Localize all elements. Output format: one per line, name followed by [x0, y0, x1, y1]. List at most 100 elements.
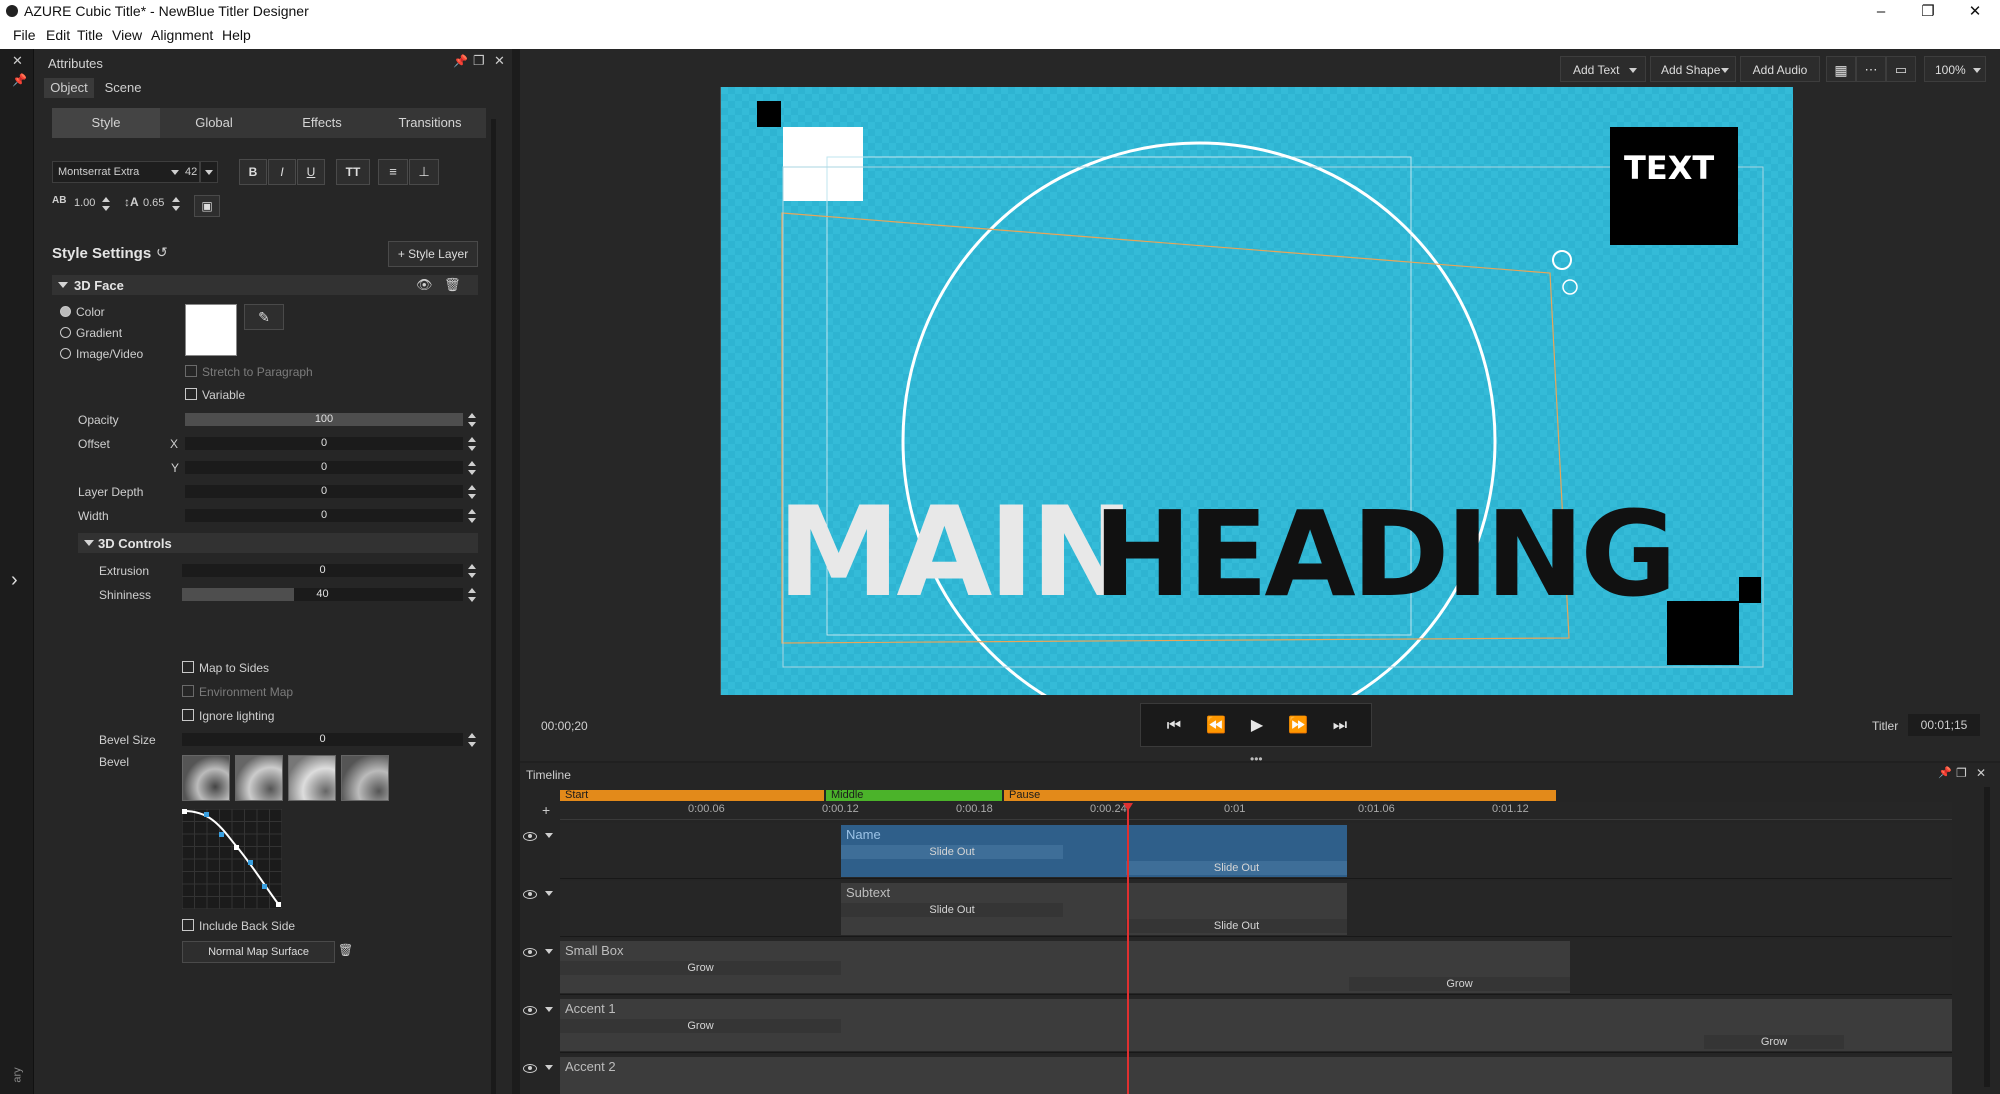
tracking-spinner[interactable]: [102, 197, 110, 211]
go-to-start-icon[interactable]: ⏮: [1153, 704, 1195, 748]
panel-close-icon[interactable]: ✕: [494, 53, 505, 69]
font-family-select[interactable]: Montserrat Extra 42: [52, 161, 200, 183]
delete-normal-map-icon[interactable]: 🗑: [338, 943, 353, 957]
text-box-options-icon[interactable]: ▣: [194, 195, 220, 217]
panel-scrollbar[interactable]: [491, 119, 496, 1094]
layer-depth-spinner[interactable]: [468, 485, 476, 499]
anim-out-subtext[interactable]: Slide Out: [1126, 919, 1347, 933]
maximize-button[interactable]: ❐: [1905, 0, 1951, 23]
close-window-button[interactable]: ✕: [1952, 0, 1998, 23]
strip-pin-icon[interactable]: 📌: [12, 73, 27, 87]
offset-y-slider[interactable]: 0: [185, 461, 463, 474]
tab-scene[interactable]: Scene: [98, 78, 148, 98]
reset-style-icon[interactable]: ↺: [156, 244, 168, 261]
track-expand-icon[interactable]: [545, 1065, 553, 1070]
panel-float-icon[interactable]: ❐: [473, 53, 485, 69]
italic-button[interactable]: I: [268, 159, 296, 185]
anim-in-name[interactable]: Slide Out: [841, 845, 1063, 859]
eyedropper-icon[interactable]: ✎: [244, 304, 284, 330]
menu-file[interactable]: File: [13, 27, 36, 43]
track-expand-icon[interactable]: [545, 1007, 553, 1012]
current-time-readout[interactable]: 00:00;20: [541, 719, 588, 733]
bevel-size-slider[interactable]: 0: [182, 733, 463, 746]
width-spinner[interactable]: [468, 509, 476, 523]
segment-pause[interactable]: Pause: [1004, 790, 1556, 801]
title-canvas[interactable]: MAIN HEADING TEXT: [721, 87, 1793, 695]
track-expand-icon[interactable]: [545, 949, 553, 954]
accent-box-text[interactable]: TEXT: [1624, 149, 1714, 187]
menu-edit[interactable]: Edit: [46, 27, 70, 43]
panel-splitter[interactable]: [512, 49, 520, 1094]
track-visibility-eye-icon[interactable]: [523, 890, 537, 899]
track-subtext[interactable]: Subtext Slide Out Slide Out: [560, 881, 1952, 937]
section-3d-face[interactable]: 3D Face 👁 🗑: [52, 275, 478, 295]
anim-out-accent-1[interactable]: Grow: [1704, 1035, 1844, 1049]
radio-gradient[interactable]: [60, 327, 71, 338]
ignore-lighting-checkbox[interactable]: [182, 709, 194, 721]
main-word-text[interactable]: MAIN: [777, 491, 1134, 615]
expand-chevron-icon[interactable]: ›: [11, 569, 18, 592]
fit-view-icon[interactable]: ▭: [1886, 56, 1916, 82]
font-size-dropdown[interactable]: [200, 161, 218, 183]
track-name[interactable]: Name Slide Out Slide Out: [560, 823, 1952, 879]
radio-color[interactable]: [60, 306, 71, 317]
visibility-eye-icon[interactable]: 👁: [416, 277, 433, 293]
menu-title[interactable]: Title: [77, 27, 103, 43]
subtab-style[interactable]: Style: [52, 108, 160, 138]
anim-in-accent-1[interactable]: Grow: [560, 1019, 841, 1033]
strip-close-icon[interactable]: ✕: [12, 53, 23, 69]
shininess-slider[interactable]: 40: [182, 588, 463, 601]
timeline-close-icon[interactable]: ✕: [1976, 766, 1986, 780]
segment-middle[interactable]: Middle: [826, 790, 1002, 801]
offset-x-slider[interactable]: 0: [185, 437, 463, 450]
track-accent-2[interactable]: Accent 2: [560, 1055, 1952, 1094]
include-back-side-checkbox[interactable]: [182, 919, 194, 931]
anim-out-small-box[interactable]: Grow: [1349, 977, 1570, 991]
subtab-effects[interactable]: Effects: [268, 108, 376, 138]
bevel-preset-4[interactable]: [341, 755, 389, 801]
delete-layer-icon[interactable]: 🗑: [444, 277, 461, 293]
segment-start[interactable]: Start: [560, 790, 824, 801]
subtab-global[interactable]: Global: [160, 108, 268, 138]
environment-map-checkbox[interactable]: [182, 685, 194, 697]
track-accent-1[interactable]: Accent 1 Grow Grow: [560, 997, 1952, 1053]
play-icon[interactable]: ▶: [1236, 704, 1278, 748]
menu-help[interactable]: Help: [222, 27, 251, 43]
timeline-float-icon[interactable]: ❐: [1956, 766, 1967, 780]
bevel-size-spinner[interactable]: [468, 733, 476, 747]
go-to-end-icon[interactable]: ⏭: [1319, 704, 1361, 748]
track-expand-icon[interactable]: [545, 833, 553, 838]
opacity-spinner[interactable]: [468, 413, 476, 427]
normal-map-surface-button[interactable]: Normal Map Surface: [182, 941, 335, 963]
playhead-line[interactable]: [1127, 803, 1129, 1094]
add-shape-button[interactable]: Add Shape: [1650, 56, 1736, 82]
add-audio-button[interactable]: Add Audio: [1740, 56, 1820, 82]
timeline-scrollbar[interactable]: [1984, 787, 1990, 1087]
leading-spinner[interactable]: [172, 197, 180, 211]
bevel-preset-3[interactable]: [288, 755, 336, 801]
track-visibility-eye-icon[interactable]: [523, 832, 537, 841]
menu-view[interactable]: View: [112, 27, 142, 43]
time-ruler[interactable]: 0:00.06 0:00.12 0:00.18 0:00.24 0:01 0:0…: [560, 802, 1952, 820]
layer-depth-slider[interactable]: 0: [185, 485, 463, 498]
panel-pin-icon[interactable]: 📌: [453, 54, 468, 68]
offset-x-spinner[interactable]: [468, 437, 476, 451]
bevel-preset-1[interactable]: [182, 755, 230, 801]
align-vertical-icon[interactable]: ⊥: [409, 159, 439, 185]
grid-view-icon[interactable]: ▦: [1826, 56, 1856, 82]
variable-checkbox[interactable]: [185, 388, 197, 400]
opacity-slider[interactable]: 100: [185, 413, 463, 426]
leading-value[interactable]: 0.65: [143, 197, 164, 209]
track-visibility-eye-icon[interactable]: [523, 948, 537, 957]
bold-button[interactable]: B: [239, 159, 267, 185]
minimize-button[interactable]: –: [1858, 0, 1904, 23]
width-slider[interactable]: 0: [185, 509, 463, 522]
face-color-swatch[interactable]: [185, 304, 237, 356]
add-style-layer-button[interactable]: + Style Layer: [388, 241, 478, 267]
safe-area-icon[interactable]: ⋯: [1856, 56, 1886, 82]
anim-out-name[interactable]: Slide Out: [1126, 861, 1347, 875]
timeline-pin-icon[interactable]: 📌: [1938, 766, 1952, 779]
bevel-preset-2[interactable]: [235, 755, 283, 801]
track-visibility-eye-icon[interactable]: [523, 1064, 537, 1073]
add-text-button[interactable]: Add Text: [1560, 56, 1646, 82]
